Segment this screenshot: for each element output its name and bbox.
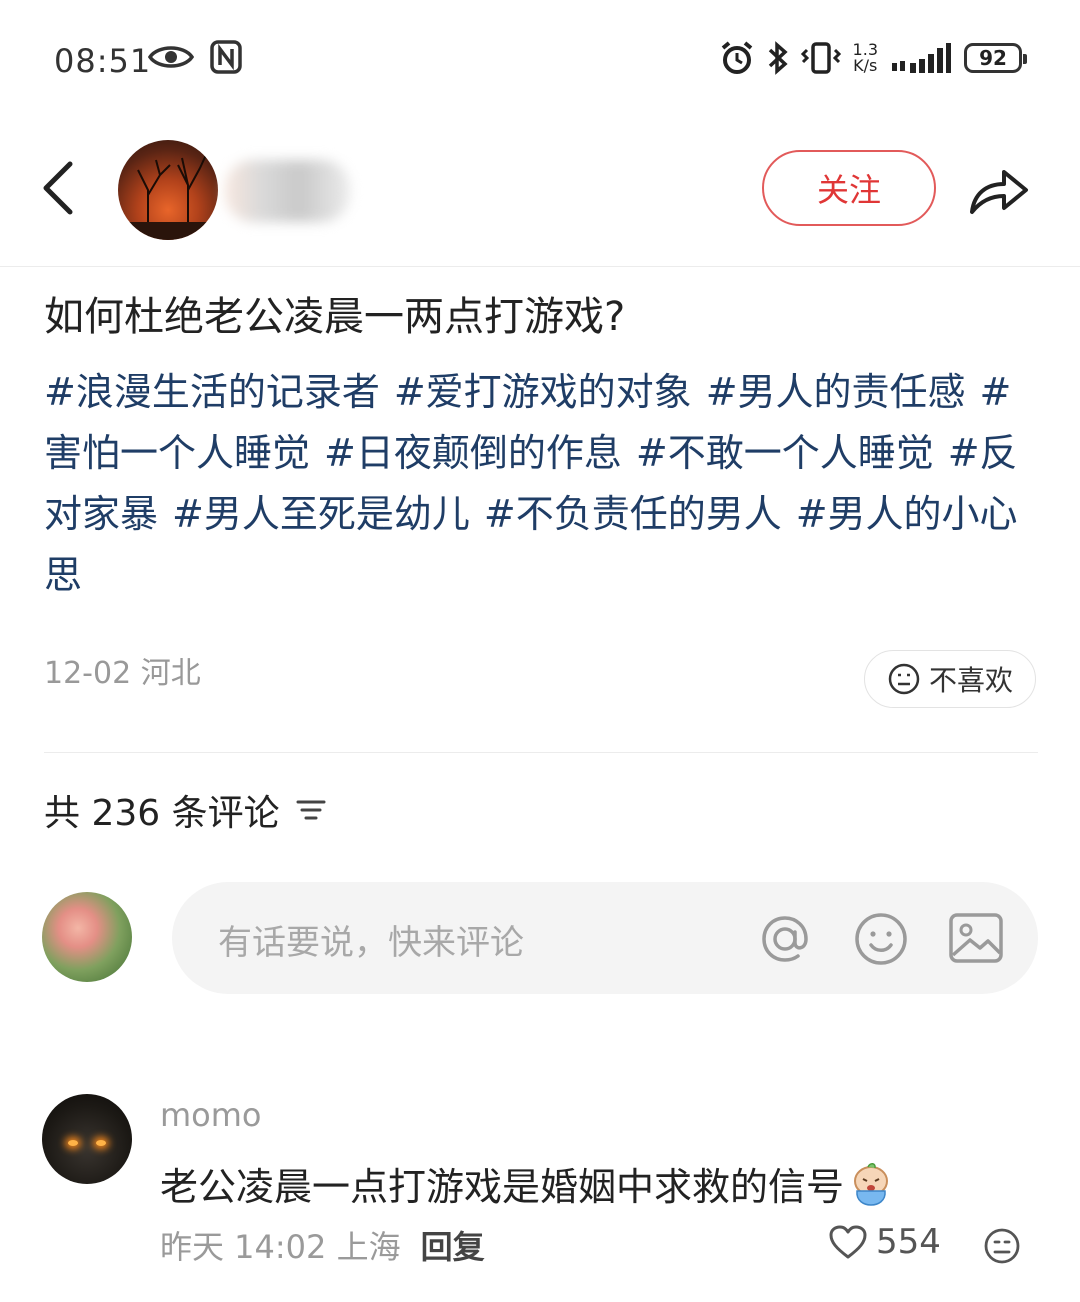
tag-link[interactable]: #不敢一个人睡觉 [636,431,934,475]
comment-meta: 昨天 14:02 上海 回复 [160,1222,485,1268]
vibrate-icon [800,42,841,74]
status-left-icons [148,40,242,74]
battery-indicator: 92 [964,43,1027,73]
comment-username[interactable]: momo [160,1096,262,1134]
neutral-face-icon [888,663,920,695]
nfc-icon [210,40,242,74]
tree-silhouette-icon [118,154,218,240]
image-upload-icon[interactable] [946,908,1006,968]
mention-at-icon[interactable] [756,910,814,968]
author-name-blurred[interactable] [225,160,350,222]
share-icon[interactable] [966,160,1030,220]
section-divider [44,752,1038,753]
comments-count-label: 共 236 条评论 [44,793,280,834]
follow-button[interactable]: 关注 [762,150,936,226]
reply-button[interactable]: 回复 [421,1222,485,1268]
post-tags: #浪漫生活的记录者 #爱打游戏的对象 #男人的责任感 #害怕一个人睡觉 #日夜颠倒的作息… [44,362,1044,606]
comments-count: 共 236 条评论 [44,784,328,836]
tag-link[interactable]: #男人的责任感 [706,370,966,414]
dislike-label: 不喜欢 [928,664,1013,697]
alarm-icon [721,41,752,74]
status-time: 08:51 [54,42,152,80]
sort-icon[interactable] [294,795,328,825]
tag-link[interactable]: #不负责任的男人 [484,492,782,536]
comment-input-placeholder[interactable]: 有话要说，快来评论 [218,915,524,964]
tag-link[interactable]: #男人至死是幼儿 [172,492,470,536]
header-divider [0,266,1080,267]
emoji-icon[interactable] [852,910,910,968]
status-right-icons: 1.3 K/s 92 [719,40,1027,76]
crying-emoji-icon [854,1162,889,1206]
heart-icon [829,1225,867,1259]
eye-icon [148,46,194,68]
commenter-avatar[interactable] [42,1094,132,1184]
post-date-location: 12-02 河北 [44,656,201,691]
post-title: 如何杜绝老公凌晨一两点打游戏? [44,294,626,340]
bluetooth-icon [768,41,788,75]
tag-link[interactable]: #浪漫生活的记录者 [44,370,380,414]
like-count: 554 [876,1222,941,1262]
back-arrow-icon[interactable] [38,160,78,216]
signal-icon [892,43,951,73]
comment-time-location: 昨天 14:02 上海 [160,1228,401,1266]
tag-link[interactable]: #爱打游戏的对象 [394,370,692,414]
comment-text: 老公凌晨一点打游戏是婚姻中求救的信号 [160,1156,894,1211]
comment-dislike-icon[interactable] [982,1226,1022,1266]
author-avatar[interactable] [118,140,218,240]
network-speed: 1.3 K/s [852,40,878,75]
current-user-avatar [42,892,132,982]
dislike-button[interactable]: 不喜欢 [864,650,1036,708]
like-button[interactable]: 554 [828,1222,941,1262]
tag-link[interactable]: #日夜颠倒的作息 [324,431,622,475]
